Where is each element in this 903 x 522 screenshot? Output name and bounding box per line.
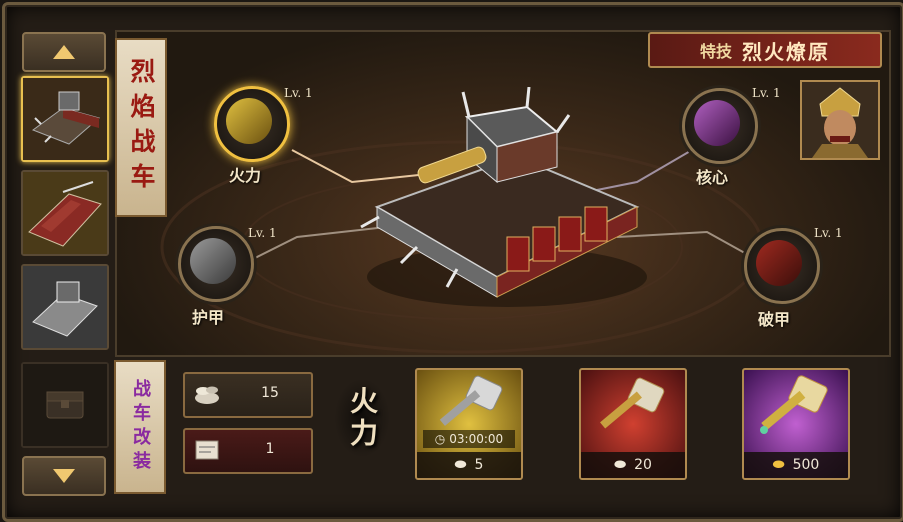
silver-ingot-icon: ⬬: [614, 457, 627, 473]
vehicle-name-plaque: 烈焰战车: [115, 38, 167, 217]
armor-break-level: Lv. 1: [814, 226, 843, 240]
arrow-down-icon: [53, 469, 75, 483]
option-cost: ⬬ 5: [417, 452, 521, 478]
vehicle-slot-2[interactable]: [21, 170, 109, 256]
gold-hammer-icon: [600, 377, 665, 429]
armor-break-icon: [756, 240, 802, 286]
cost-value: 5: [474, 457, 484, 473]
firepower-node[interactable]: [214, 86, 290, 162]
armor-label: 护甲: [192, 308, 225, 327]
silver-ingot-icon: ⬬: [454, 457, 467, 473]
armor-break-label: 破甲: [758, 310, 791, 329]
locked-chariot-icon: [23, 266, 107, 348]
general-portrait[interactable]: [800, 80, 880, 160]
vehicle-slot-1[interactable]: [21, 76, 109, 162]
scroll-up-button[interactable]: [22, 32, 106, 72]
modify-section-plaque: 战车改装: [114, 360, 166, 494]
armor-icon: [190, 238, 236, 284]
silver-resource: 15: [183, 372, 313, 418]
cooldown-value: 03:00:00: [449, 432, 504, 446]
treasure-chest-slot[interactable]: [21, 362, 109, 448]
silver-count: 15: [261, 385, 279, 401]
special-skill-banner: 特技 烈火燎原: [648, 32, 882, 68]
blueprint-scroll-icon: [195, 440, 219, 460]
option-cost: ⬬ 20: [581, 452, 685, 478]
warrior-face-icon: [802, 82, 878, 158]
red-chariot-icon: [23, 172, 107, 254]
armor-level: Lv. 1: [248, 226, 277, 240]
cost-value: 500: [792, 457, 820, 473]
treasure-chest-icon: [23, 364, 107, 446]
jeweled-hammer-icon: [760, 375, 828, 434]
cooldown-timer: ◷ 03:00:00: [423, 430, 515, 448]
firepower-level: Lv. 1: [284, 86, 313, 100]
core-label: 核心: [696, 168, 729, 187]
skill-name: 烈火燎原: [742, 39, 830, 64]
firepower-icon: [226, 98, 272, 144]
core-node[interactable]: [682, 88, 758, 164]
scroll-count: 1: [265, 441, 275, 457]
scroll-resource: 1: [183, 428, 313, 474]
option-cost: ⬬ 500: [744, 452, 848, 478]
core-level: Lv. 1: [752, 86, 781, 100]
war-chariot-icon: [23, 78, 107, 160]
vehicle-slot-3[interactable]: [21, 264, 109, 350]
armor-break-node[interactable]: [744, 228, 820, 304]
upgrade-option-advanced[interactable]: ⬬ 20: [579, 368, 687, 480]
clock-icon: ◷: [434, 432, 446, 446]
firepower-label: 火力: [229, 166, 262, 185]
upgrade-option-basic[interactable]: ◷ 03:00:00 ⬬ 5: [415, 368, 523, 480]
upgrade-option-premium[interactable]: ⬬ 500: [742, 368, 850, 480]
war-chariot-illustration: [360, 87, 647, 307]
armor-node[interactable]: [178, 226, 254, 302]
selected-attribute-label: 火力: [334, 378, 390, 458]
silver-ingot-icon: [195, 386, 219, 404]
cost-value: 20: [634, 457, 652, 473]
gold-ingot-icon: ⬬: [772, 457, 785, 473]
arrow-up-icon: [53, 45, 75, 59]
scroll-down-button[interactable]: [22, 456, 106, 496]
skill-key-label: 特技: [699, 42, 732, 61]
core-icon: [694, 100, 740, 146]
